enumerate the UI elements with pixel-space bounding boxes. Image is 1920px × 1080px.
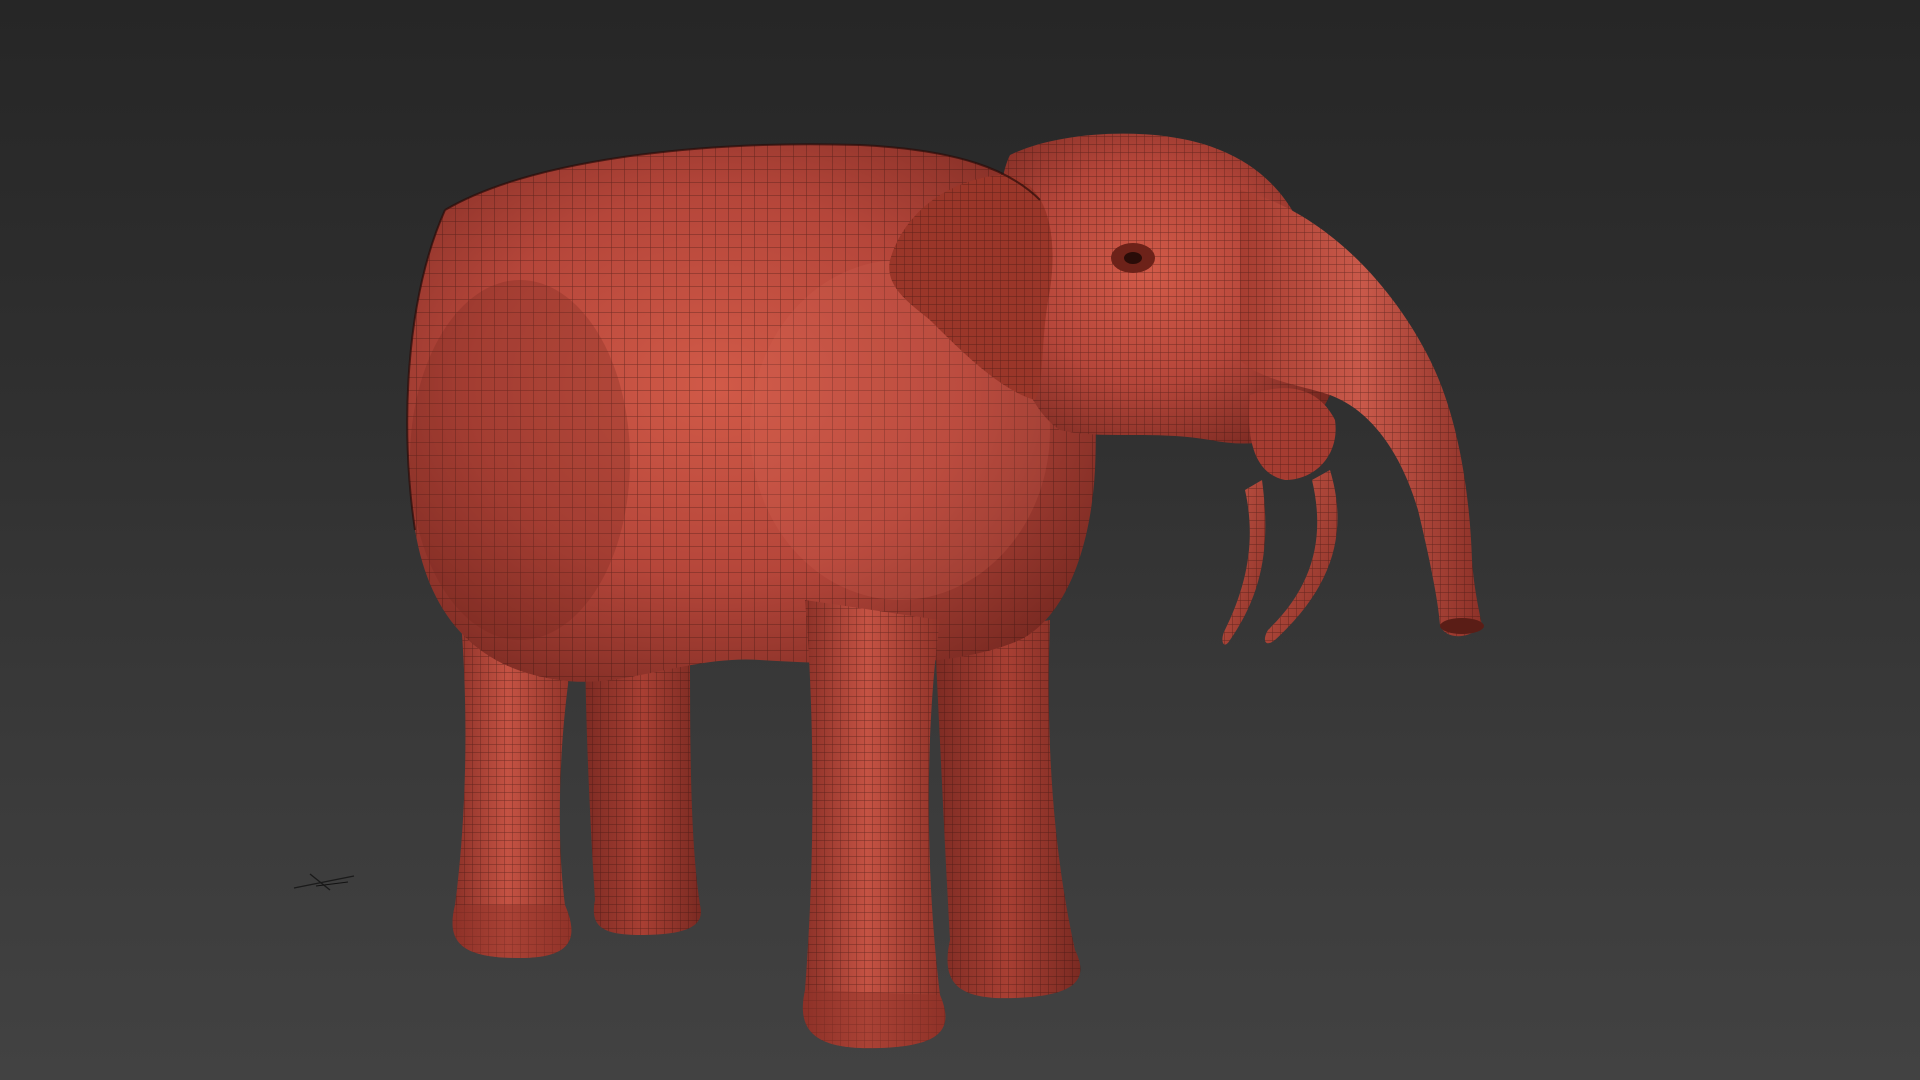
axis-tripod-icon[interactable] [290, 868, 360, 894]
elephant-tusks[interactable] [1222, 470, 1338, 645]
front-leg-far[interactable] [935, 620, 1081, 999]
3d-viewport[interactable] [0, 0, 1920, 1080]
front-leg-near[interactable] [802, 600, 946, 1049]
elephant-mesh[interactable] [0, 0, 1920, 1080]
elephant-eye [1111, 243, 1155, 273]
